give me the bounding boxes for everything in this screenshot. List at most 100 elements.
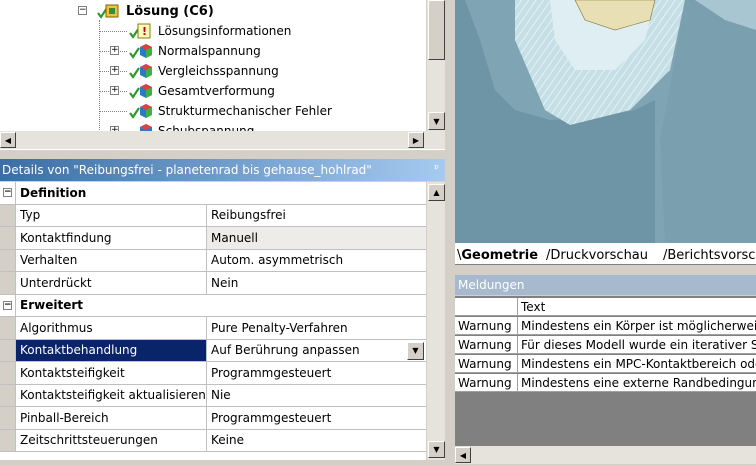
detail-value[interactable]: Nein <box>207 272 426 294</box>
pane-splitter[interactable] <box>445 0 455 466</box>
tree-node-vergleichsspannung[interactable]: + Vergleichsspannung <box>110 61 279 81</box>
row-gutter: − <box>0 182 16 204</box>
tab-berichtsvorschau[interactable]: /Berichtsvorschau <box>663 245 756 264</box>
tab-druckvorschau[interactable]: / Druckvorschau <box>546 245 648 264</box>
detail-row-typ[interactable]: Typ Reibungsfrei <box>0 204 426 227</box>
detail-key: Unterdrückt <box>0 272 207 294</box>
scroll-right-arrow-icon[interactable]: ▶ <box>408 132 424 148</box>
row-gutter <box>0 384 16 406</box>
tree-expand-toggle[interactable]: + <box>110 46 119 55</box>
pin-icon[interactable]: ᵖ <box>434 162 439 175</box>
model-render <box>455 0 756 243</box>
scroll-down-arrow-icon[interactable]: ▼ <box>428 441 445 458</box>
detail-row-kontaktsteifigkeit[interactable]: Kontaktsteifigkeit Programmgesteuert <box>0 362 426 385</box>
tree-node-label: Normalspannung <box>158 44 261 58</box>
messages-panel-header: Meldungen <box>455 275 756 295</box>
details-panel-title: Details von "Reibungsfrei - planetenrad … <box>2 163 372 177</box>
detail-key: Kontaktsteifigkeit aktualisieren <box>0 384 207 406</box>
detail-row-kontaktsteifigkeit-aktualisieren[interactable]: Kontaktsteifigkeit aktualisieren Nie <box>0 384 426 407</box>
messages-horizontal-scrollbar[interactable]: ◀ <box>455 446 756 464</box>
detail-row-algorithmus[interactable]: Algorithmus Pure Penalty-Verfahren <box>0 317 426 340</box>
details-vertical-scrollbar[interactable]: ▲ ▼ <box>426 182 445 460</box>
detail-row-verhalten[interactable]: Verhalten Autom. asymmetrisch <box>0 249 426 272</box>
result-cube-icon <box>128 102 154 120</box>
message-text: Mindestens ein MPC-Kontaktbereich ode <box>521 356 756 371</box>
messages-grid[interactable]: Text Warnung Mindestens ein Körper ist m… <box>455 296 756 446</box>
collapse-section-icon[interactable]: − <box>3 188 12 197</box>
tree-collapse-toggle[interactable]: − <box>78 6 87 15</box>
tree-node-label: Lösung (C6) <box>126 3 214 19</box>
detail-key: Kontaktfindung <box>0 227 207 249</box>
solution-icon <box>96 2 122 20</box>
details-panel-header: Details von "Reibungsfrei - planetenrad … <box>0 159 445 181</box>
row-gutter <box>0 407 16 429</box>
scroll-down-arrow-icon[interactable]: ▼ <box>428 112 445 130</box>
tree-connector <box>99 20 100 132</box>
dropdown-arrow-icon[interactable]: ▼ <box>407 341 424 360</box>
view-tab-bar[interactable]: \ Geometrie / Druckvorschau / Berichtsvorsc… <box>455 243 756 265</box>
detail-key: Algorithmus <box>0 317 207 339</box>
kontaktbehandlung-dropdown[interactable]: Auf Berührung anpassen ▼ <box>207 340 426 362</box>
message-type: Warnung <box>455 317 518 334</box>
row-gutter <box>0 339 16 361</box>
dropdown-selected-value: Auf Berührung anpassen <box>211 343 360 358</box>
result-cube-icon <box>128 82 154 100</box>
detail-row-kontaktbehandlung[interactable]: Kontaktbehandlung Auf Berührung anpassen… <box>0 339 426 362</box>
detail-row-kontaktfindung[interactable]: Kontaktfindung Manuell <box>0 227 426 250</box>
detail-row-pinball-bereich[interactable]: Pinball-Bereich Programmgesteuert <box>0 407 426 430</box>
tree-vertical-scrollbar[interactable]: ▼ <box>426 0 445 131</box>
message-type: Warnung <box>455 374 518 391</box>
detail-row-zeitschrittsteuerungen[interactable]: Zeitschrittsteuerungen Keine <box>0 429 426 452</box>
tree-node-gesamtverformung[interactable]: + Gesamtverformung <box>110 81 275 101</box>
scrollbar-thumb[interactable] <box>428 0 445 60</box>
detail-value[interactable]: Programmgesteuert <box>207 407 426 429</box>
row-gutter: − <box>0 294 16 316</box>
collapse-section-icon[interactable]: − <box>3 300 12 310</box>
message-type: Warnung <box>455 355 518 372</box>
message-row[interactable]: Warnung Mindestens eine externe Randbedi… <box>455 374 756 392</box>
message-type: Warnung <box>455 336 518 353</box>
detail-value[interactable]: Nie <box>207 385 426 407</box>
tab-geometrie[interactable]: \ Geometrie <box>457 245 538 264</box>
tree-node-label: Vergleichsspannung <box>158 64 279 78</box>
column-header-type[interactable] <box>455 298 518 315</box>
message-row[interactable]: Warnung Mindestens ein MPC-Kontaktbereic… <box>455 355 756 373</box>
tree-node-label: Lösungsinformationen <box>158 24 292 38</box>
detail-row-unterdrueckt[interactable]: Unterdrückt Nein <box>0 272 426 295</box>
message-row[interactable]: Warnung Mindestens ein Körper ist möglic… <box>455 317 756 335</box>
tree-connector <box>99 111 127 112</box>
detail-value[interactable]: Pure Penalty-Verfahren <box>207 317 426 339</box>
row-gutter <box>0 429 16 451</box>
message-text: Für dieses Modell wurde ein iterativer S <box>521 337 756 352</box>
details-grid[interactable]: − Definition Typ Reibungsfrei Kontaktfin… <box>0 182 426 460</box>
result-cube-icon <box>128 42 154 60</box>
detail-value[interactable]: Reibungsfrei <box>207 205 426 227</box>
tree-node-strukturmechanischer-fehler[interactable]: Strukturmechanischer Fehler <box>128 101 332 121</box>
section-definition[interactable]: − Definition <box>0 182 426 205</box>
row-gutter <box>0 227 16 249</box>
tree-expand-toggle[interactable]: + <box>110 86 119 95</box>
scroll-left-arrow-icon[interactable]: ◀ <box>455 447 471 463</box>
tree-node-loesung[interactable]: − Lösung (C6) <box>78 1 214 21</box>
detail-key: Typ <box>0 204 207 226</box>
detail-value[interactable]: Programmgesteuert <box>207 362 426 384</box>
detail-key: Verhalten <box>0 249 207 271</box>
tree-node-normalspannung[interactable]: + Normalspannung <box>110 41 261 61</box>
scroll-up-arrow-icon[interactable]: ▲ <box>428 184 445 201</box>
outline-tree[interactable]: − Lösung (C6) ! Lösungsinformationen + N… <box>0 0 445 150</box>
detail-value[interactable]: Keine <box>207 430 426 452</box>
column-header-text[interactable]: Text <box>518 298 756 315</box>
section-erweitert[interactable]: − Erweitert <box>0 294 426 317</box>
detail-value[interactable]: Manuell <box>207 227 426 249</box>
tree-node-loesungsinformationen[interactable]: ! Lösungsinformationen <box>128 21 291 41</box>
tree-horizontal-scrollbar[interactable]: ◀ ▶ <box>0 131 445 149</box>
scroll-left-arrow-icon[interactable]: ◀ <box>0 132 16 148</box>
message-row[interactable]: Warnung Für dieses Modell wurde ein iter… <box>455 336 756 354</box>
tree-connector <box>99 31 127 32</box>
tree-expand-toggle[interactable]: + <box>110 66 119 75</box>
section-title: Definition <box>20 185 87 200</box>
3d-viewport[interactable] <box>455 0 756 243</box>
message-text: Mindestens eine externe Randbedingung <box>521 375 756 390</box>
row-gutter <box>0 362 16 384</box>
detail-value[interactable]: Autom. asymmetrisch <box>207 250 426 272</box>
